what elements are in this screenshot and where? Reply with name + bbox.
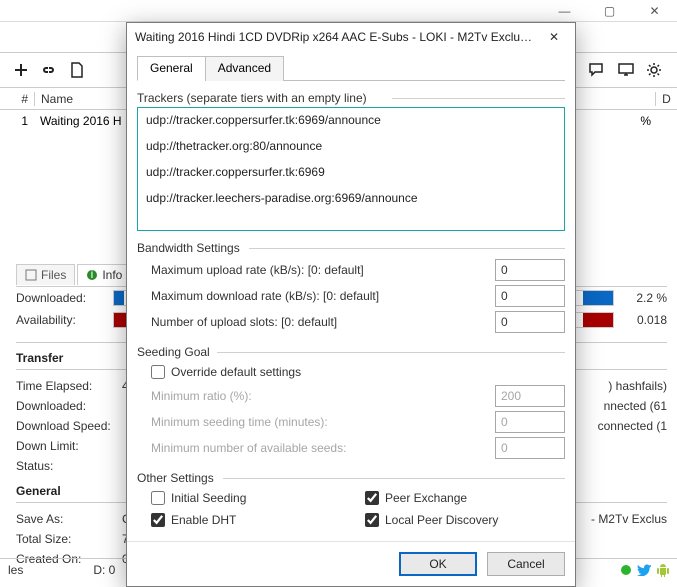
initial-seeding-label: Initial Seeding [171, 491, 246, 505]
tab-info-label: Info [102, 268, 122, 282]
transfer-k-2: Download Speed: [16, 419, 122, 433]
monitor-icon[interactable] [613, 57, 639, 83]
row-pct: % [640, 114, 651, 128]
seed-label-1: Minimum seeding time (minutes): [151, 415, 495, 429]
close-icon[interactable]: ✕ [535, 25, 573, 49]
tracker-line: udp://tracker.coppersurfer.tk:6969 [146, 166, 556, 178]
gen-k-0: Save As: [16, 512, 122, 526]
local-peer-discovery-input[interactable] [365, 513, 379, 527]
other-header: Other Settings [137, 471, 220, 485]
override-checkbox-input[interactable] [151, 365, 165, 379]
enable-dht-input[interactable] [151, 513, 165, 527]
bw-label-0: Maximum upload rate (kB/s): [0: default] [151, 263, 495, 277]
peer-exchange-checkbox[interactable]: Peer Exchange [351, 487, 565, 509]
status-d: D: 0 [93, 563, 115, 577]
trackers-label: Trackers (separate tiers with an empty l… [137, 91, 373, 105]
bw-label-2: Number of upload slots: [0: default] [151, 315, 495, 329]
downloaded-pct: 2.2 % [620, 291, 667, 305]
tracker-line: udp://tracker.coppersurfer.tk:6969/annou… [146, 114, 556, 126]
initial-seeding-input[interactable] [151, 491, 165, 505]
transfer-right-0: ) hashfails) [608, 379, 667, 393]
col-num[interactable]: # [0, 92, 34, 106]
bw-input-0[interactable] [495, 259, 565, 281]
trackers-textarea[interactable]: udp://tracker.coppersurfer.tk:6969/annou… [137, 107, 565, 231]
file-icon[interactable] [64, 57, 90, 83]
bg-close-button[interactable]: ✕ [632, 0, 677, 22]
seed-label-2: Minimum number of available seeds: [151, 441, 495, 455]
initial-seeding-checkbox[interactable]: Initial Seeding [137, 487, 351, 509]
android-icon[interactable] [657, 563, 669, 577]
seed-input-2 [495, 437, 565, 459]
override-checkbox[interactable]: Override default settings [137, 361, 565, 383]
tab-files[interactable]: Files [16, 264, 75, 285]
tab-info[interactable]: i Info [77, 264, 131, 285]
local-peer-discovery-label: Local Peer Discovery [385, 513, 498, 527]
connection-ok-icon [621, 565, 631, 575]
col-d[interactable]: D [655, 92, 677, 106]
bandwidth-header: Bandwidth Settings [137, 241, 246, 255]
bg-titlebar: — ▢ ✕ [0, 0, 677, 22]
tab-files-label: Files [41, 268, 66, 282]
dialog-tabs: General Advanced [137, 55, 565, 81]
gear-icon[interactable] [641, 57, 667, 83]
seeding-header: Seeding Goal [137, 345, 216, 359]
gen-k-1: Total Size: [16, 532, 122, 546]
add-icon[interactable] [8, 57, 34, 83]
detail-tabs: Files i Info [16, 264, 131, 285]
transfer-k-0: Time Elapsed: [16, 379, 122, 393]
link-icon[interactable] [36, 57, 62, 83]
bg-max-button[interactable]: ▢ [587, 0, 632, 22]
peer-exchange-label: Peer Exchange [385, 491, 467, 505]
transfer-k-3: Down Limit: [16, 439, 122, 453]
tracker-line: udp://tracker.leechers-paradise.org:6969… [146, 192, 556, 204]
gen-right-0: - M2Tv Exclus [591, 512, 667, 526]
seed-input-0 [495, 385, 565, 407]
availability-val: 0.018 [620, 313, 667, 327]
bw-input-2[interactable] [495, 311, 565, 333]
enable-dht-label: Enable DHT [171, 513, 236, 527]
override-label: Override default settings [171, 365, 301, 379]
bw-input-1[interactable] [495, 285, 565, 307]
cancel-button[interactable]: Cancel [487, 552, 565, 576]
bw-label-1: Maximum download rate (kB/s): [0: defaul… [151, 289, 495, 303]
transfer-right-2: connected (1 [598, 419, 667, 433]
tracker-line: udp://thetracker.org:80/announce [146, 140, 556, 152]
local-peer-discovery-checkbox[interactable]: Local Peer Discovery [351, 509, 565, 531]
transfer-right-1: nnected (61 [604, 399, 667, 413]
row-num: 1 [0, 114, 34, 128]
transfer-k-1: Downloaded: [16, 399, 122, 413]
seed-input-1 [495, 411, 565, 433]
downloaded-label: Downloaded: [16, 291, 107, 305]
tab-general[interactable]: General [137, 56, 206, 81]
tab-advanced[interactable]: Advanced [205, 56, 284, 81]
ok-button[interactable]: OK [399, 552, 477, 576]
status-left: les [8, 563, 23, 577]
svg-text:i: i [91, 269, 94, 281]
availability-label: Availability: [16, 313, 107, 327]
chat-icon[interactable] [585, 57, 611, 83]
seed-label-0: Minimum ratio (%): [151, 389, 495, 403]
enable-dht-checkbox[interactable]: Enable DHT [137, 509, 351, 531]
col-name[interactable]: Name [34, 92, 124, 106]
transfer-k-4: Status: [16, 459, 122, 473]
torrent-properties-dialog: Waiting 2016 Hindi 1CD DVDRip x264 AAC E… [126, 22, 576, 587]
row-name: Waiting 2016 H [34, 114, 122, 128]
dialog-titlebar[interactable]: Waiting 2016 Hindi 1CD DVDRip x264 AAC E… [127, 23, 575, 51]
dialog-title: Waiting 2016 Hindi 1CD DVDRip x264 AAC E… [135, 30, 535, 44]
twitter-icon[interactable] [637, 564, 651, 576]
peer-exchange-input[interactable] [365, 491, 379, 505]
bg-min-button[interactable]: — [542, 0, 587, 22]
